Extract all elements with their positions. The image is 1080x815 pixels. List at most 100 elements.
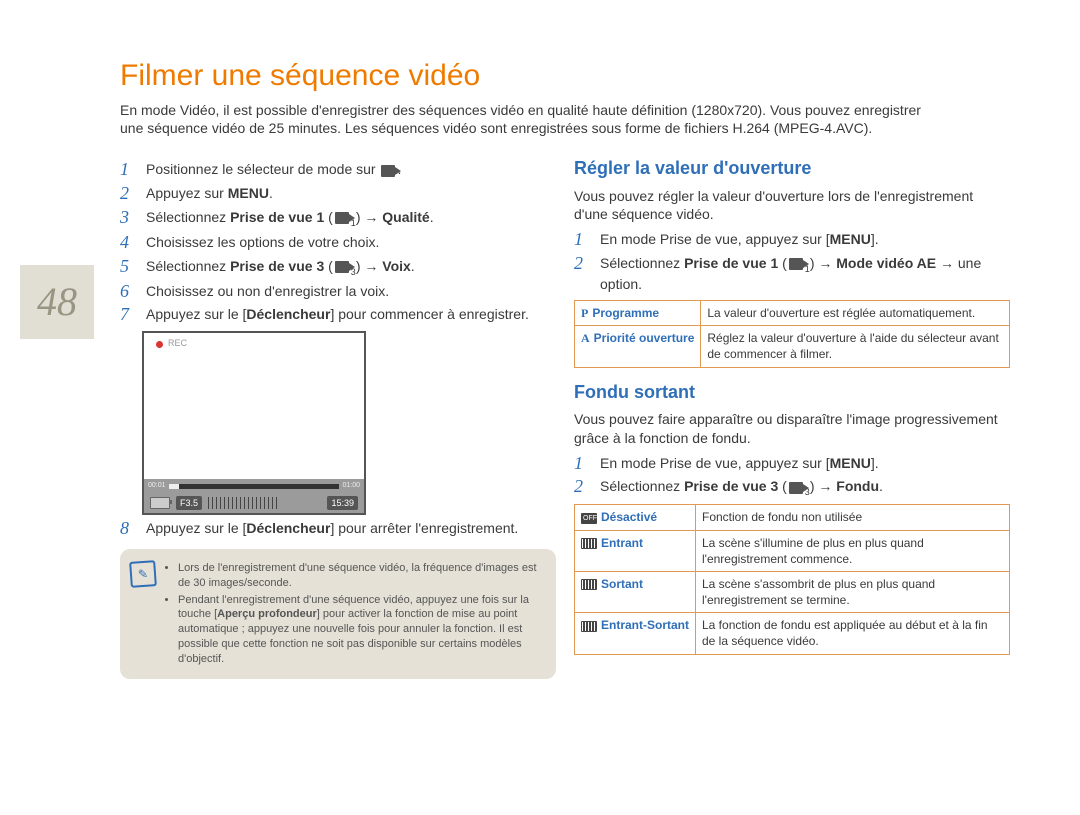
option-desc: La scène s'illumine de plus en plus quan… — [696, 530, 1010, 571]
option-label-cell: Entrant-Sortant — [575, 613, 696, 654]
option-desc: La fonction de fondu est appliquée au dé… — [696, 613, 1010, 654]
rec-dot-icon — [156, 341, 163, 348]
table-row: Sortant La scène s'assombrit de plus en … — [575, 571, 1010, 612]
bold: Aperçu profondeur — [217, 608, 317, 620]
bold: MENU — [830, 231, 871, 247]
fade-in-out-icon — [581, 621, 597, 632]
t: Sélectionnez — [146, 209, 230, 225]
progress-bar-icon — [169, 484, 340, 489]
step-1: 1 En mode Prise de vue, appuyez sur [MEN… — [574, 230, 1010, 250]
t: Appuyez sur le — [146, 306, 243, 322]
main-steps: 1 Positionnez le sélecteur de mode sur .… — [120, 160, 556, 325]
step-num: 7 — [120, 305, 138, 325]
page: 48 Filmer une séquence vidéo En mode Vid… — [0, 0, 1080, 815]
step-num: 4 — [120, 233, 138, 253]
t: Appuyez sur — [146, 185, 228, 201]
table-row: Entrant-Sortant La fonction de fondu est… — [575, 613, 1010, 654]
exposure-scale-icon — [208, 497, 278, 509]
step-4: 4 Choisissez les options de votre choix. — [120, 233, 556, 253]
step-num: 2 — [574, 477, 592, 498]
step-2: 2 Sélectionnez Prise de vue 3 (3) → Fond… — [574, 477, 1010, 498]
bold: Qualité — [382, 209, 429, 225]
bold: Fondu — [836, 478, 879, 494]
t: . — [269, 185, 273, 201]
t: En mode Prise de vue, appuyez sur — [600, 231, 826, 247]
step-text: Sélectionnez Prise de vue 3 (3) → Fondu. — [600, 477, 1010, 498]
step-num: 3 — [120, 208, 138, 229]
note-item: Lors de l'enregistrement d'une séquence … — [178, 561, 544, 591]
step-num: 5 — [120, 257, 138, 278]
step-1: 1 Positionnez le sélecteur de mode sur . — [120, 160, 556, 180]
step-text: En mode Prise de vue, appuyez sur [MENU]… — [600, 454, 1010, 474]
step-text: Sélectionnez Prise de vue 3 (3) → Voix. — [146, 257, 556, 278]
step-text: Sélectionnez Prise de vue 1 (1) → Qualit… — [146, 208, 556, 229]
bold: Déclencheur — [246, 520, 330, 536]
preview-time-elapsed: 00:01 — [148, 481, 166, 490]
step-text: Choisissez ou non d'enregistrer la voix. — [146, 282, 556, 302]
preview-left-group: F3.5 — [150, 496, 278, 510]
step-text: Positionnez le sélecteur de mode sur . — [146, 160, 556, 180]
t: ) → — [356, 209, 382, 225]
step-text: Choisissez les options de votre choix. — [146, 233, 556, 253]
aperture-steps: 1 En mode Prise de vue, appuyez sur [MEN… — [574, 230, 1010, 294]
step-3: 3 Sélectionnez Prise de vue 1 (1) → Qual… — [120, 208, 556, 229]
step-text: Sélectionnez Prise de vue 1 (1) → Mode v… — [600, 254, 1010, 294]
video-icon — [789, 482, 803, 494]
section-title-aperture: Régler la valeur d'ouverture — [574, 156, 1010, 180]
table-row: OFFDésactivé Fonction de fondu non utili… — [575, 505, 1010, 530]
t: pour arrêter l'enregistrement. — [334, 520, 518, 536]
t: pour commencer à enregistrer. — [334, 306, 529, 322]
preview-timeline: 00:01 01:00 — [144, 479, 364, 493]
t: Sélectionnez — [600, 478, 684, 494]
step-num: 6 — [120, 282, 138, 302]
fondu-steps: 1 En mode Prise de vue, appuyez sur [MEN… — [574, 454, 1010, 499]
battery-icon — [150, 497, 170, 509]
option-label: Priorité ouverture — [594, 331, 695, 345]
option-label-cell: APriorité ouverture — [575, 326, 701, 367]
t: Sélectionnez — [600, 255, 684, 271]
page-number-box: 48 — [20, 265, 94, 339]
bold: Prise de vue 1 — [684, 255, 778, 271]
step-text: En mode Prise de vue, appuyez sur [MENU]… — [600, 230, 1010, 250]
bold: MENU — [228, 185, 269, 201]
t: ) → — [356, 258, 382, 274]
video-icon — [789, 258, 803, 270]
t: . — [411, 258, 415, 274]
t: ( — [324, 209, 333, 225]
step-1: 1 En mode Prise de vue, appuyez sur [MEN… — [574, 454, 1010, 474]
step-2: 2 Sélectionnez Prise de vue 1 (1) → Mode… — [574, 254, 1010, 294]
video-icon — [335, 261, 349, 273]
aperture-options-table: PProgramme La valeur d'ouverture est rég… — [574, 300, 1010, 368]
step-2: 2 Appuyez sur MENU. — [120, 184, 556, 204]
main-steps-cont: 8 Appuyez sur le [Déclencheur] pour arrê… — [120, 519, 556, 539]
option-label-cell: Sortant — [575, 571, 696, 612]
step-num: 8 — [120, 519, 138, 539]
preview-status-row: F3.5 15:39 — [144, 493, 364, 513]
bold: Prise de vue 3 — [684, 478, 778, 494]
table-row: APriorité ouverture Réglez la valeur d'o… — [575, 326, 1010, 367]
note-icon: ✎ — [129, 560, 157, 588]
t: ( — [324, 258, 333, 274]
camera-preview: REC 00:01 01:00 F3.5 15:39 — [142, 331, 366, 515]
t: ( — [778, 255, 787, 271]
t: ( — [778, 478, 787, 494]
aperture-desc: Vous pouvez régler la valeur d'ouverture… — [574, 187, 1010, 225]
bold: MENU — [830, 455, 871, 471]
option-label: Sortant — [601, 577, 643, 591]
t: En mode Prise de vue, appuyez sur — [600, 455, 826, 471]
step-num: 2 — [574, 254, 592, 294]
fade-in-icon — [581, 538, 597, 549]
t: Sélectionnez — [146, 258, 230, 274]
step-text: Appuyez sur MENU. — [146, 184, 556, 204]
option-label: Désactivé — [601, 510, 657, 524]
left-column: 1 Positionnez le sélecteur de mode sur .… — [120, 156, 556, 679]
t: . — [875, 231, 879, 247]
preview-footer: 00:01 01:00 F3.5 15:39 — [144, 479, 364, 513]
intro-paragraph: En mode Vidéo, il est possible d'enregis… — [120, 101, 940, 139]
t: ) → — [810, 255, 836, 271]
table-row: PProgramme La valeur d'ouverture est rég… — [575, 300, 1010, 325]
step-5: 5 Sélectionnez Prise de vue 3 (3) → Voix… — [120, 257, 556, 278]
option-desc: La scène s'assombrit de plus en plus qua… — [696, 571, 1010, 612]
option-label: Entrant-Sortant — [601, 618, 689, 632]
option-label: Entrant — [601, 536, 643, 550]
